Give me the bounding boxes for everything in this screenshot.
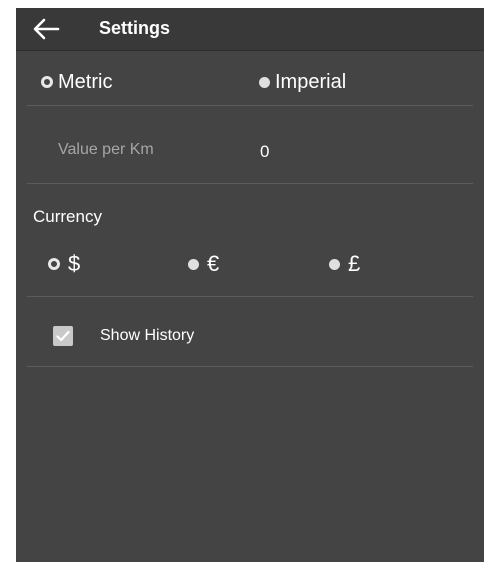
radio-unselected-icon <box>259 76 270 88</box>
divider <box>27 366 473 367</box>
currency-title: Currency <box>33 207 102 226</box>
arrow-left-icon[interactable] <box>32 17 60 41</box>
radio-selected-icon <box>48 258 60 270</box>
show-history-label: Show History <box>100 327 195 344</box>
currency-dollar-label: $ <box>68 251 81 276</box>
radio-imperial[interactable]: Imperial <box>259 70 346 94</box>
divider <box>27 296 473 297</box>
value-per-km-input[interactable] <box>260 142 380 162</box>
radio-selected-icon <box>41 76 53 88</box>
checkbox-box <box>53 326 73 346</box>
radio-imperial-label: Imperial <box>275 71 347 93</box>
show-history-checkbox[interactable]: Show History <box>53 326 194 346</box>
radio-metric-label: Metric <box>58 71 113 93</box>
radio-currency-euro[interactable]: € <box>188 251 219 277</box>
divider <box>27 183 473 184</box>
radio-currency-dollar[interactable]: $ <box>48 251 80 277</box>
radio-metric[interactable]: Metric <box>41 70 112 94</box>
page-title: Settings <box>99 18 171 38</box>
divider <box>27 105 473 106</box>
check-icon <box>56 330 70 342</box>
currency-euro-label: € <box>207 251 220 276</box>
value-per-km-label: Value per Km <box>58 141 154 158</box>
radio-currency-pound[interactable]: £ <box>329 251 360 277</box>
radio-unselected-icon <box>188 258 199 270</box>
currency-pound-label: £ <box>348 251 361 276</box>
app-bar: Settings <box>16 8 484 51</box>
radio-unselected-icon <box>329 258 340 270</box>
settings-screen: Settings Metric Imperial Value per Km Cu… <box>16 8 484 562</box>
